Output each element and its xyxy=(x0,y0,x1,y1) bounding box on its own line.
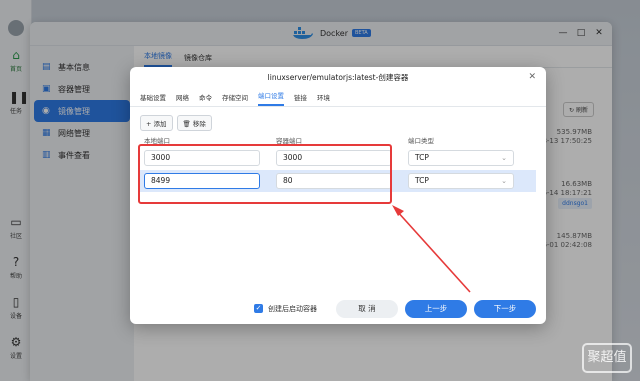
trash-icon: 🗑 xyxy=(182,120,191,128)
tab-environment[interactable]: 环境 xyxy=(317,92,330,106)
port-type-select[interactable]: TCP ⌄ xyxy=(408,150,514,166)
close-icon[interactable]: ✕ xyxy=(528,72,536,82)
dialog-title: linuxserver/emulatorjs:latest-创建容器 xyxy=(267,73,409,82)
autostart-checkbox[interactable]: ✓ xyxy=(254,304,263,313)
add-port-button[interactable]: + 添加 xyxy=(140,115,173,131)
dialog-tabs: 基础设置 网络 命令 存储空间 端口设置 链接 环境 xyxy=(130,89,546,107)
port-type-select[interactable]: TCP ⌄ xyxy=(408,173,514,189)
col-port-type: 端口类型 xyxy=(408,137,434,145)
watermark-logo: 聚超值 xyxy=(582,343,632,373)
highlight-box xyxy=(138,144,392,204)
remove-port-button[interactable]: 🗑 移除 xyxy=(176,115,212,131)
tab-storage[interactable]: 存储空间 xyxy=(222,92,248,106)
chevron-down-icon: ⌄ xyxy=(501,154,507,162)
next-step-button[interactable]: 下一步 xyxy=(474,300,536,318)
tab-basic[interactable]: 基础设置 xyxy=(140,92,166,106)
cancel-button[interactable]: 取 消 xyxy=(336,300,398,318)
tab-links[interactable]: 链接 xyxy=(294,92,307,106)
chevron-down-icon: ⌄ xyxy=(501,177,507,185)
port-toolbar: + 添加 🗑 移除 xyxy=(140,115,216,131)
prev-step-button[interactable]: 上一步 xyxy=(405,300,467,318)
dialog-footer: ✓ 创建后启动容器 取 消 上一步 下一步 xyxy=(130,294,546,324)
autostart-label: 创建后启动容器 xyxy=(268,305,317,313)
tab-network[interactable]: 网络 xyxy=(176,92,189,106)
tab-ports[interactable]: 端口设置 xyxy=(258,90,284,106)
tab-command[interactable]: 命令 xyxy=(199,92,212,106)
